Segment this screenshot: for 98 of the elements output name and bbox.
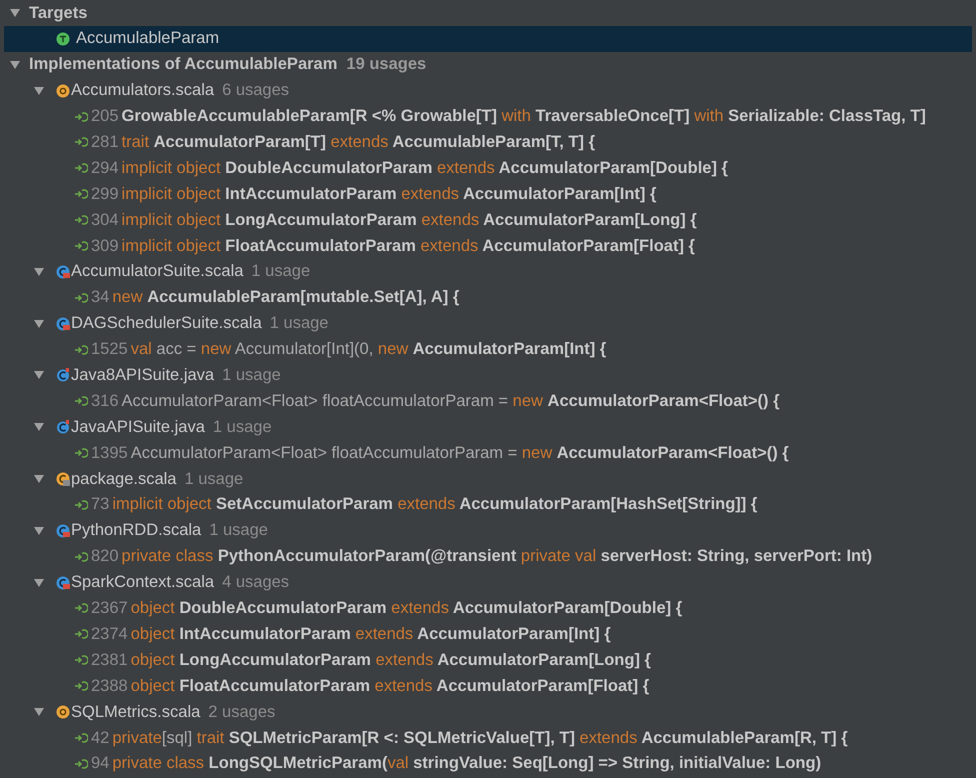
usage-arrow-icon (74, 110, 88, 122)
file-name[interactable]: SQLMetrics.scala (71, 700, 200, 724)
line-number: 2374 (91, 624, 128, 645)
line-number: 820 (91, 546, 119, 568)
usage-line[interactable]: 2367 object DoubleAccumulatorParam extends AccumulatorParam[Double] { (0, 595, 976, 622)
usage-count: 1 usage (222, 365, 281, 386)
usage-arrow-icon (74, 240, 88, 252)
line-number: 42 (91, 728, 110, 748)
test-class-icon (56, 576, 70, 590)
usage-arrow-icon (74, 498, 88, 511)
expand-toggle[interactable] (34, 422, 44, 432)
expand-toggle[interactable] (34, 318, 44, 329)
expand-toggle[interactable] (34, 526, 44, 536)
usage-line[interactable]: 2374 object IntAccumulatorParam extends AccumulatorParam[Int] { (0, 621, 976, 648)
usage-arrow-icon (74, 758, 88, 770)
usage-line[interactable]: 294 implicit object DoubleAccumulatorParam extends AccumulatorParam[Double] { (0, 155, 976, 182)
usage-line[interactable]: 281 trait AccumulatorParam[T] extends AccumulableParam[T, T] { (0, 129, 976, 156)
tree-item[interactable]: AccumulableParam (4, 26, 972, 52)
expand-toggle[interactable] (34, 474, 44, 484)
group-header: Implementations of AccumulableParam (29, 54, 338, 76)
usage-arrow-icon (74, 654, 88, 666)
usage-line[interactable]: 299 implicit object IntAccumulatorParam extends AccumulatorParam[Int] { (0, 181, 976, 208)
usage-line[interactable]: 309 implicit object FloatAccumulatorParam extends AccumulatorParam[Float] { (0, 233, 976, 259)
usage-arrow-icon (74, 395, 88, 408)
usage-line[interactable]: 2388 object FloatAccumulatorParam extends AccumulatorParam[Float] { (0, 673, 976, 700)
java-class-icon (56, 420, 70, 434)
usage-line[interactable]: 34 new AccumulableParam[mutable.Set[A], A] { (0, 284, 976, 311)
usage-arrow-icon (74, 602, 88, 614)
usage-arrow-icon (74, 447, 88, 460)
expand-toggle[interactable] (10, 8, 20, 18)
file-name[interactable]: Java8APISuite.java (71, 363, 214, 388)
line-number: 299 (91, 184, 119, 205)
expand-toggle[interactable] (34, 370, 44, 380)
group-header: Targets (29, 2, 88, 24)
file-name[interactable]: DAGSchedulerSuite.scala (71, 311, 262, 336)
usage-count: 1 usage (251, 261, 310, 282)
file-name[interactable]: JavaAPISuite.java (71, 414, 205, 440)
usage-arrow-icon (74, 628, 88, 640)
line-number: 2388 (91, 676, 128, 697)
line-number: 2381 (91, 650, 128, 671)
line-number: 294 (91, 158, 119, 179)
usage-line[interactable]: 316 AccumulatorParam<Float> floatAccumulatorParam = new AccumulatorParam<Float>() { (0, 388, 976, 414)
file-name[interactable]: PythonRDD.scala (71, 518, 202, 544)
trait-icon (56, 32, 70, 46)
usage-line[interactable]: 1525 val acc = new Accumulator[Int](0, new AccumulatorParam[Int] { (0, 336, 976, 362)
test-class-icon (56, 316, 70, 331)
usage-line[interactable]: 94 private class LongSQLMetricParam(val stringValue: Seq[Long] => String, initialValue: Long) (0, 750, 976, 777)
line-number: 2367 (91, 598, 128, 620)
usage-line[interactable]: 304 implicit object LongAccumulatorParam extends AccumulatorParam[Long] { (0, 207, 976, 234)
file-name[interactable]: package.scala (71, 466, 176, 492)
target-name: AccumulableParam (76, 28, 220, 50)
usage-count: 19 usages (346, 54, 426, 76)
file-name[interactable]: AccumulatorSuite.scala (71, 259, 244, 284)
usage-count: 1 usage (212, 416, 272, 438)
usage-line[interactable]: 2381 object LongAccumulatorParam extends AccumulatorParam[Long] { (0, 647, 976, 674)
usage-count: 1 usage (270, 313, 328, 334)
line-number: 309 (91, 236, 119, 257)
usage-count: 6 usages (222, 80, 290, 102)
usage-arrow-icon (74, 550, 88, 563)
usage-line[interactable]: 820 private class PythonAccumulatorParam(@transient private val serverHost: String, serverPort: Int) (0, 544, 976, 570)
line-number: 34 (91, 287, 110, 308)
usage-line[interactable]: 205 GrowableAccumulableParam[R <% Growable[T] with TraversableOnce[T] with Serializable: ClassTag, T] (0, 104, 976, 130)
usage-arrow-icon (74, 292, 88, 304)
object-icon (56, 704, 70, 719)
usage-arrow-icon (74, 136, 88, 148)
object-icon (56, 84, 70, 98)
line-number: 281 (91, 132, 119, 154)
usage-count: 1 usage (209, 520, 268, 542)
usage-arrow-icon (74, 188, 88, 200)
line-number: 1525 (91, 339, 128, 360)
expand-toggle[interactable] (10, 60, 20, 70)
java-class-icon (56, 368, 70, 382)
usage-arrow-icon (74, 680, 88, 692)
expand-toggle[interactable] (34, 706, 44, 717)
expand-toggle[interactable] (34, 578, 44, 588)
line-number: 205 (91, 106, 119, 128)
expand-toggle[interactable] (34, 266, 44, 277)
usage-arrow-icon (74, 344, 88, 356)
expand-toggle[interactable] (34, 86, 44, 96)
usage-count: 2 usages (208, 702, 276, 723)
usage-line[interactable]: 73 implicit object SetAccumulatorParam extends AccumulatorParam[HashSet[String]] { (0, 492, 976, 518)
line-number: 94 (91, 753, 110, 774)
package-class-icon (56, 472, 70, 486)
usage-line[interactable]: 1395 AccumulatorParam<Float> floatAccumulatorParam = new AccumulatorParam<Float>() { (0, 440, 976, 466)
usage-count: 4 usages (222, 572, 290, 594)
line-number: 316 (91, 390, 119, 412)
line-number: 1395 (91, 442, 128, 464)
file-name[interactable]: SparkContext.scala (71, 570, 214, 595)
test-class-icon (56, 524, 70, 538)
usage-arrow-icon (74, 214, 88, 226)
usage-line[interactable]: 42 private[sql] trait SQLMetricParam[R <: SQLMetricValue[T], T] extends AccumulableParam[R, T] { (0, 724, 976, 751)
usage-count: 1 usage (184, 468, 244, 490)
line-number: 73 (91, 494, 110, 516)
usage-arrow-icon (74, 162, 88, 174)
usage-arrow-icon (74, 732, 88, 744)
test-class-icon (56, 264, 70, 279)
file-name[interactable]: Accumulators.scala (71, 78, 214, 103)
line-number: 304 (91, 210, 119, 231)
